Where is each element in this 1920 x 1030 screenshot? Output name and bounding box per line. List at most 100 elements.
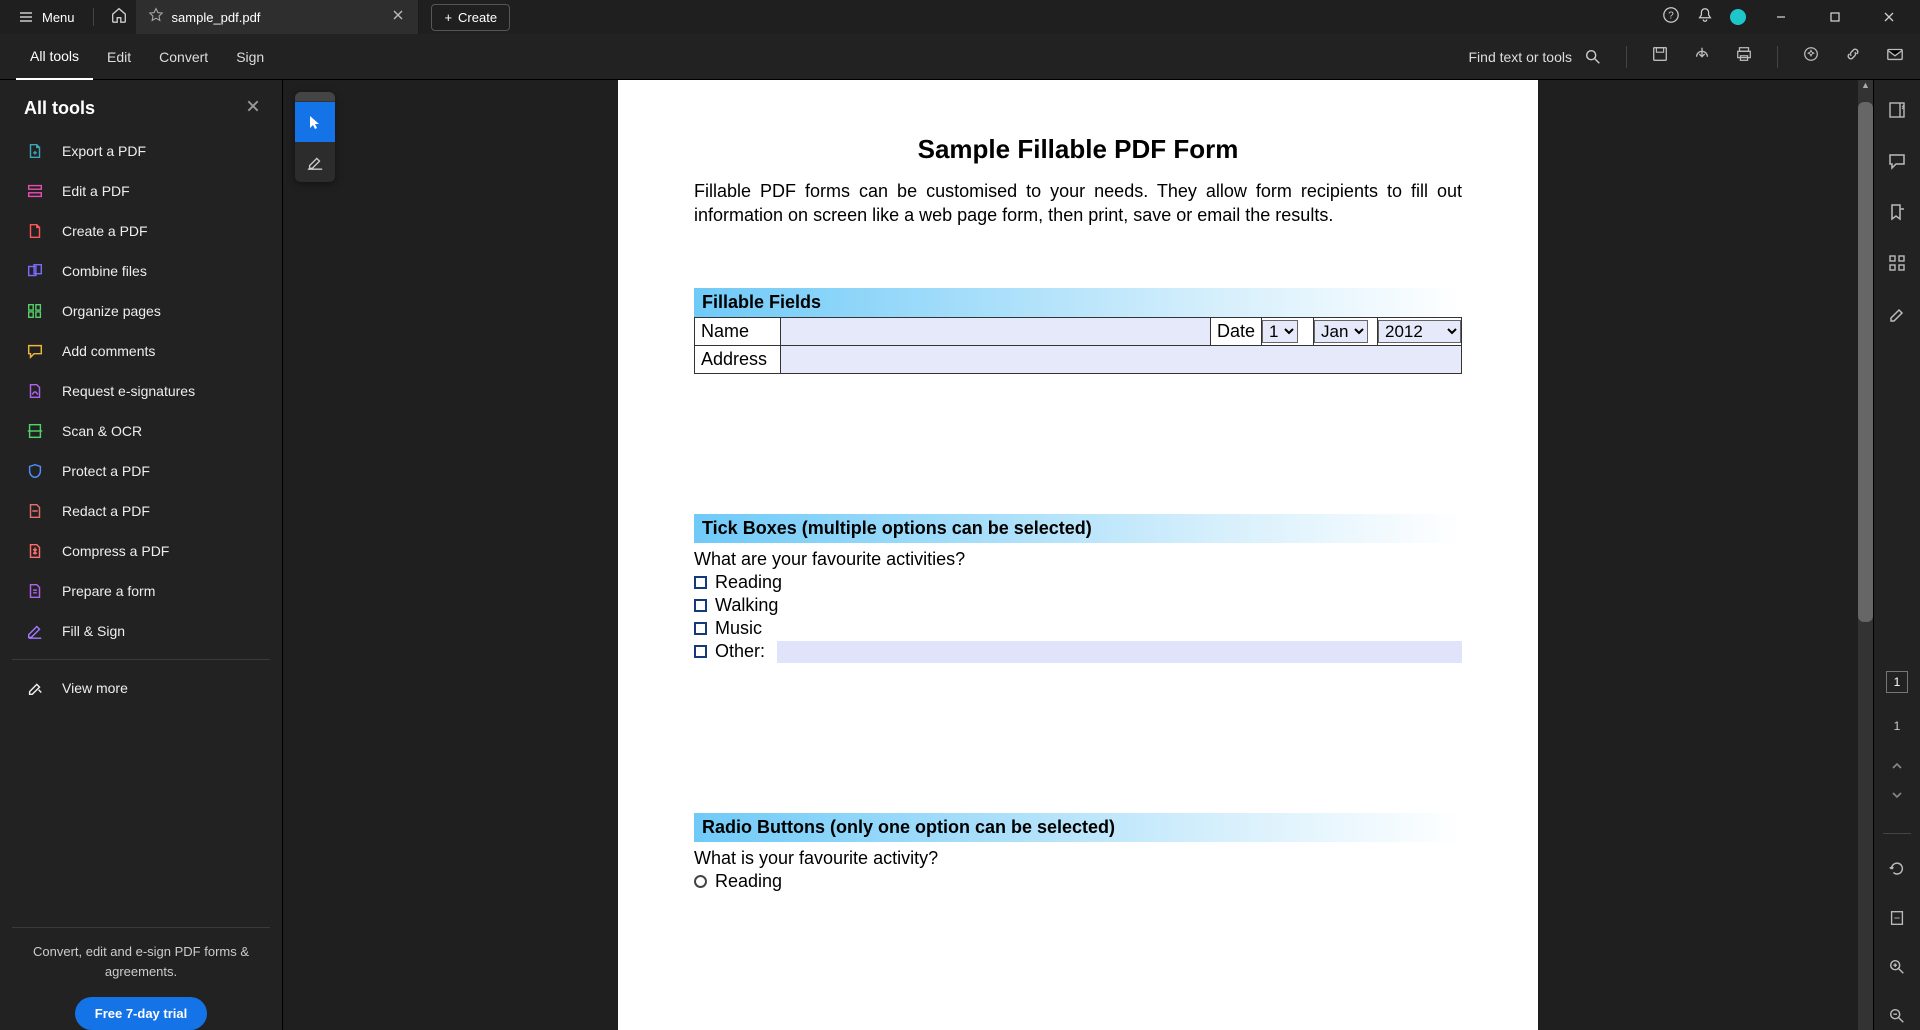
sidebar-item-organize[interactable]: Organize pages [12, 291, 270, 331]
help-icon[interactable]: ? [1662, 6, 1680, 29]
menu-label: Menu [42, 10, 75, 25]
edit-icon [26, 182, 44, 200]
create-button[interactable]: + Create [431, 4, 510, 31]
esign-icon [26, 382, 44, 400]
question-favourite-activity: What is your favourite activity? [694, 848, 1462, 869]
tab-filename: sample_pdf.pdf [172, 10, 261, 25]
year-dropdown[interactable]: 2012 [1378, 320, 1461, 343]
separator [1883, 833, 1911, 834]
sidebar-item-label: Add comments [62, 343, 155, 359]
sidebar-item-label: Redact a PDF [62, 503, 150, 519]
tab-close-button[interactable] [388, 4, 408, 30]
bookmark-panel-icon[interactable] [1887, 202, 1907, 227]
maximize-button[interactable] [1816, 11, 1854, 23]
sidebar-item-label: View more [62, 680, 128, 696]
month-dropdown[interactable]: Jan [1314, 320, 1368, 343]
sidebar-item-label: Scan & OCR [62, 423, 142, 439]
sidebar-toggle-icon[interactable] [1887, 100, 1907, 125]
sidebar-item-more[interactable]: View more [12, 668, 270, 708]
section-radio-buttons: Radio Buttons (only one option can be se… [694, 813, 1462, 842]
sidebar-item-label: Combine files [62, 263, 147, 279]
sidebar-item-compress[interactable]: Compress a PDF [12, 531, 270, 571]
link-icon[interactable] [1844, 45, 1862, 68]
day-dropdown[interactable]: 1 [1262, 320, 1298, 343]
separator [93, 8, 94, 26]
find-button[interactable]: Find text or tools [1469, 48, 1603, 66]
scan-icon [26, 422, 44, 440]
sidebar-close-button[interactable] [246, 99, 260, 118]
zoom-in-icon[interactable] [1888, 958, 1906, 981]
checkbox[interactable] [694, 622, 707, 635]
page-scrollbar[interactable]: ▲ [1858, 80, 1873, 1030]
doc-title: Sample Fillable PDF Form [694, 134, 1462, 165]
create-icon [26, 222, 44, 240]
checkbox[interactable] [694, 576, 707, 589]
sidebar-item-prepare[interactable]: Prepare a form [12, 571, 270, 611]
avatar[interactable] [1730, 9, 1746, 25]
other-text-input[interactable] [777, 641, 1462, 663]
rotate-icon[interactable] [1888, 860, 1906, 883]
sidebar-item-label: Request e-signatures [62, 383, 195, 399]
comment-panel-icon[interactable] [1887, 151, 1907, 176]
minimize-button[interactable] [1762, 11, 1800, 23]
ai-icon[interactable] [1802, 45, 1820, 68]
edit-tool-icon[interactable] [1887, 304, 1907, 329]
sidebar-item-comments[interactable]: Add comments [12, 331, 270, 371]
tab-convert[interactable]: Convert [145, 34, 222, 80]
save-icon[interactable] [1651, 45, 1669, 68]
page-up-icon[interactable] [1890, 759, 1904, 778]
sidebar-item-combine[interactable]: Combine files [12, 251, 270, 291]
upload-icon[interactable] [1693, 45, 1711, 68]
redact-icon [26, 502, 44, 520]
trial-button[interactable]: Free 7-day trial [75, 997, 208, 1030]
separator [1777, 46, 1778, 68]
sidebar-item-edit[interactable]: Edit a PDF [12, 171, 270, 211]
create-label: Create [458, 10, 497, 25]
page-number-input[interactable]: 1 [1886, 671, 1908, 693]
sidebar-item-redact[interactable]: Redact a PDF [12, 491, 270, 531]
floating-toolbar[interactable] [295, 92, 335, 182]
document-tab[interactable]: sample_pdf.pdf [136, 0, 420, 34]
radio-button[interactable] [694, 875, 707, 888]
sidebar-item-export[interactable]: Export a PDF [12, 131, 270, 171]
tab-sign[interactable]: Sign [222, 34, 278, 80]
sidebar-item-label: Create a PDF [62, 223, 148, 239]
tab-edit[interactable]: Edit [93, 34, 145, 80]
print-icon[interactable] [1735, 45, 1753, 68]
checkbox-label: Music [715, 618, 762, 639]
sidebar-item-esign[interactable]: Request e-signatures [12, 371, 270, 411]
thumbnails-icon[interactable] [1887, 253, 1907, 278]
protect-icon [26, 462, 44, 480]
close-window-button[interactable] [1870, 11, 1908, 23]
sidebar-item-scan[interactable]: Scan & OCR [12, 411, 270, 451]
mail-icon[interactable] [1886, 45, 1904, 68]
notifications-icon[interactable] [1696, 6, 1714, 29]
drag-handle-icon[interactable] [295, 92, 335, 102]
compress-icon [26, 542, 44, 560]
home-icon [110, 6, 128, 24]
sidebar-item-label: Prepare a form [62, 583, 155, 599]
fit-page-icon[interactable] [1888, 909, 1906, 932]
find-label: Find text or tools [1469, 49, 1573, 65]
menu-button[interactable]: Menu [8, 3, 85, 31]
zoom-out-icon[interactable] [1888, 1007, 1906, 1030]
page-down-icon[interactable] [1890, 788, 1904, 807]
address-input[interactable] [781, 345, 1462, 373]
checkbox[interactable] [694, 645, 707, 658]
prepare-icon [26, 582, 44, 600]
home-button[interactable] [102, 0, 136, 35]
checkbox[interactable] [694, 599, 707, 612]
highlight-tool-button[interactable] [295, 142, 335, 182]
separator [1626, 46, 1627, 68]
tab-all-tools[interactable]: All tools [16, 34, 93, 80]
select-tool-button[interactable] [295, 102, 335, 142]
promo-text: Convert, edit and e-sign PDF forms & agr… [12, 936, 270, 987]
sidebar-item-protect[interactable]: Protect a PDF [12, 451, 270, 491]
question-activities: What are your favourite activities? [694, 549, 1462, 570]
name-input[interactable] [781, 317, 1211, 345]
checkbox-label: Walking [715, 595, 778, 616]
doc-intro: Fillable PDF forms can be customised to … [694, 179, 1462, 228]
sidebar-item-fillsign[interactable]: Fill & Sign [12, 611, 270, 651]
sidebar-item-create[interactable]: Create a PDF [12, 211, 270, 251]
star-icon[interactable] [148, 7, 164, 28]
